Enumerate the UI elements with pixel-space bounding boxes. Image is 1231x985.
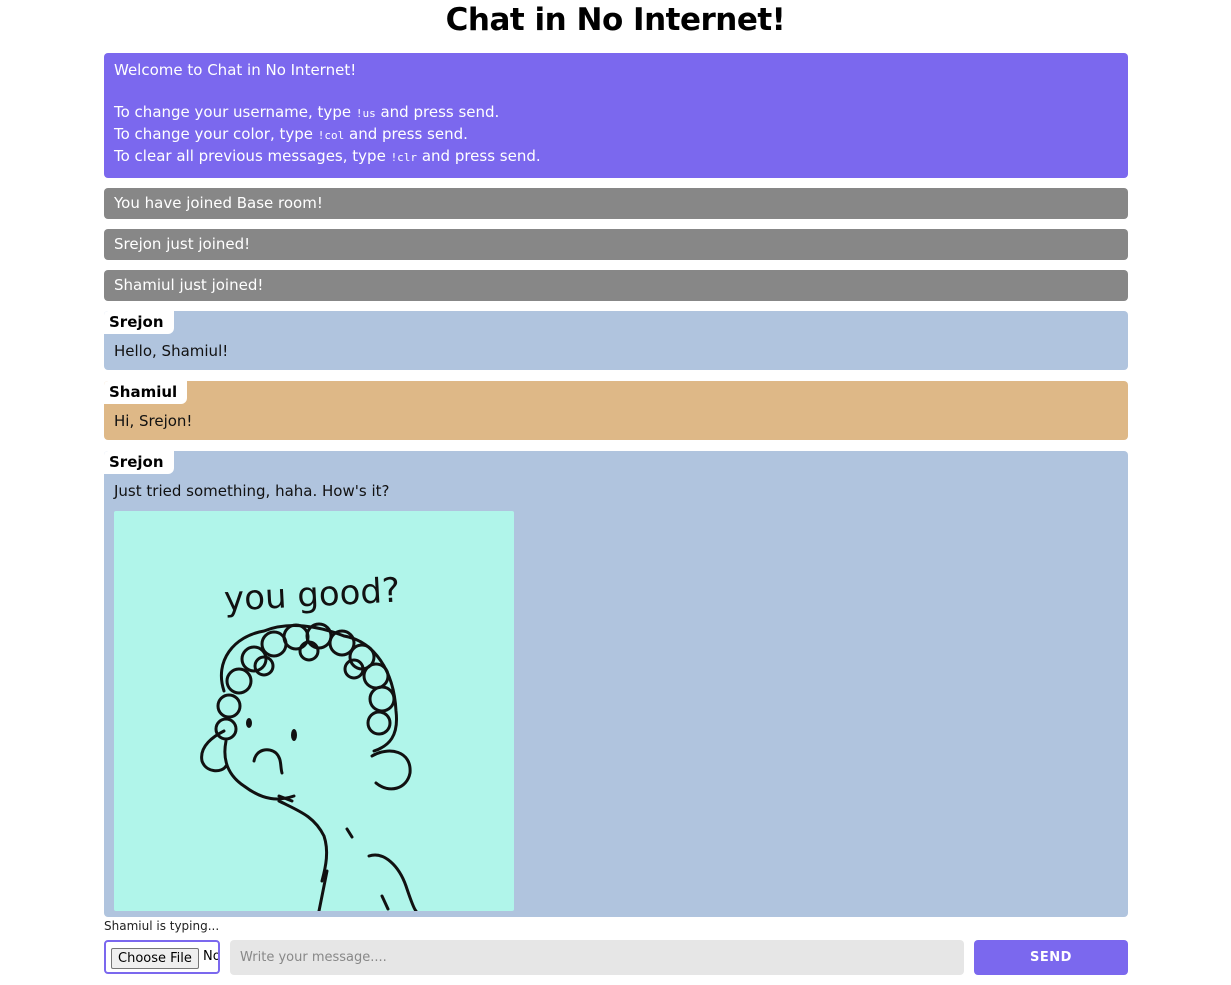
chat-message: Shamiul Hi, Srejon!: [104, 381, 1128, 440]
message-input[interactable]: [230, 940, 964, 975]
username-command: !us: [355, 107, 376, 120]
color-hint: To change your color, type !col and pres…: [114, 125, 468, 143]
system-message-user-joined: Srejon just joined!: [104, 229, 1128, 260]
message-text: Hello, Shamiul!: [114, 342, 229, 360]
username-hint: To change your username, type !us and pr…: [114, 103, 500, 121]
send-button[interactable]: SEND: [974, 940, 1128, 975]
chat-message: Srejon Hello, Shamiul!: [104, 311, 1128, 370]
welcome-message: Welcome to Chat in No Internet! To chang…: [104, 53, 1128, 178]
page-title: Chat in No Internet!: [445, 2, 786, 38]
clear-command: !clr: [390, 151, 418, 164]
message-text: Just tried something, haha. How's it?: [114, 482, 390, 500]
message-username: Shamiul: [104, 381, 188, 404]
clear-hint: To clear all previous messages, type !cl…: [114, 147, 541, 165]
doodle-drawing: you good?: [200, 571, 418, 911]
color-command: !col: [317, 129, 345, 142]
welcome-line: Welcome to Chat in No Internet!: [114, 61, 357, 79]
system-message-joined-room: You have joined Base room!: [104, 188, 1128, 219]
chat-message-with-image: Srejon Just tried something, haha. How's…: [104, 451, 1128, 917]
typing-indicator: Shamiul is typing...: [104, 919, 220, 933]
image-caption: you good?: [223, 571, 401, 620]
file-picker[interactable]: Choose File No file chosen: [104, 940, 220, 974]
attached-image[interactable]: you good?: [114, 511, 514, 911]
file-status: No file chosen: [203, 949, 220, 964]
message-username: Srejon: [104, 451, 174, 474]
message-username: Srejon: [104, 311, 174, 334]
choose-file-button[interactable]: Choose File: [111, 948, 199, 969]
system-message-user-joined: Shamiul just joined!: [104, 270, 1128, 301]
message-text: Hi, Srejon!: [114, 412, 193, 430]
